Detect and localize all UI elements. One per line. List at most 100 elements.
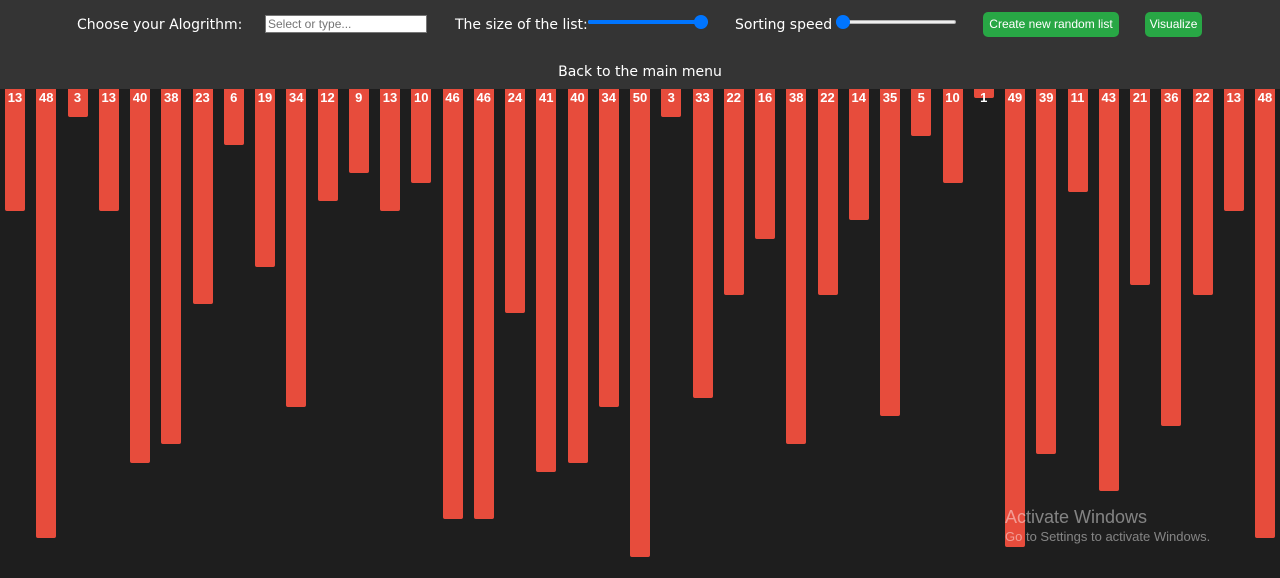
array-bar: 3 [661,89,682,118]
array-bar: 11 [1067,89,1088,192]
array-bar: 3 [67,89,88,118]
array-bar: 39 [1036,89,1057,454]
array-bar: 46 [473,89,494,520]
array-bar-value: 3 [667,90,675,105]
list-size-label: The size of the list: [455,17,588,33]
list-size-slider[interactable] [588,12,708,32]
array-bar-value: 6 [230,90,238,105]
watermark-title: Activate Windows [1005,507,1148,527]
array-bar: 9 [348,89,369,174]
array-bar-value: 5 [917,90,925,105]
array-bar-value: 34 [289,90,304,105]
array-bar-value: 12 [320,90,335,105]
array-bar: 33 [692,89,713,398]
array-bar: 50 [630,89,650,557]
array-bar-value: 48 [39,90,54,105]
array-bar: 48 [36,89,57,538]
array-bar-value: 46 [476,90,491,105]
array-bar-value: 13 [382,90,398,105]
array-bar-value: 34 [601,90,616,105]
array-bar: 46 [442,89,463,520]
array-bar-value: 13 [101,90,116,105]
create-random-list-button[interactable]: Create new random list [983,12,1119,37]
array-bar-value: 1 [980,90,988,105]
array-bar: 48 [1255,89,1275,538]
array-bar-value: 13 [7,90,23,105]
array-bar-value: 48 [1257,90,1273,105]
array-bar: 40 [130,89,150,463]
array-bar: 13 [98,89,119,211]
array-bar-value: 24 [507,90,523,105]
array-bar: 12 [317,89,338,202]
array-bar-value: 10 [414,90,429,105]
sorting-speed-slider-thumb[interactable] [836,15,850,29]
watermark-subtitle: Go to Settings to activate Windows. [1005,529,1211,544]
algorithm-label: Choose your Alogrithm: [77,17,243,33]
array-bar-value: 11 [1070,90,1085,105]
array-bar: 22 [1192,89,1213,295]
array-bar: 43 [1098,89,1119,492]
sorting-speed-slider[interactable] [836,12,956,32]
array-bar: 13 [380,89,400,211]
array-bar: 41 [536,89,557,473]
toolbar: Choose your Alogrithm: The size of the l… [0,0,1280,89]
bar-array: 13 48 3 13 40 38 23 6 19 34 12 9 13 10 46 46 24 41 40 34 50 3… [0,89,1280,578]
array-bar-value: 3 [73,90,82,105]
array-bar: 16 [755,89,775,239]
array-bar: 6 [223,89,244,146]
array-bar: 5 [911,89,932,136]
array-bar: 49 [1005,89,1025,548]
back-to-main-menu-link[interactable]: Back to the main menu [0,63,1280,81]
array-bar: 10 [942,89,963,183]
array-bar-value: 19 [257,90,273,105]
array-bar: 14 [848,89,869,220]
array-bar-value: 40 [570,90,585,105]
array-bar: 1 [973,89,994,105]
array-bar: 34 [286,89,307,407]
sorting-speed-slider-track [836,20,956,24]
array-bar: 19 [255,89,275,267]
array-bar: 38 [786,89,807,445]
array-bar: 22 [723,89,744,295]
array-bar: 13 [1223,89,1244,211]
array-bar: 40 [567,89,588,463]
array-bar-value: 49 [1007,90,1023,105]
array-bar-value: 50 [632,90,648,105]
array-bar-value: 16 [757,90,773,105]
array-bar-value: 41 [539,90,554,105]
algorithm-input[interactable] [265,15,427,33]
array-bar: 24 [505,89,525,314]
array-bar-value: 10 [945,90,960,105]
windows-activation-watermark: Activate Windows Go to Settings to activ… [1005,506,1210,546]
array-bar-value: 21 [1132,90,1148,105]
array-bar: 35 [880,89,900,417]
array-bar-value: 13 [1226,90,1241,105]
array-bar-value: 14 [851,90,866,105]
array-bar: 38 [161,89,182,445]
sorting-visualizer-app: Choose your Alogrithm: The size of the l… [0,0,1280,578]
array-bar-value: 22 [820,90,835,105]
array-bar-value: 43 [1101,90,1116,105]
array-bar: 23 [192,89,213,305]
array-bar-value: 35 [882,90,898,105]
array-bar-value: 38 [164,90,179,105]
list-size-slider-thumb[interactable] [694,15,708,29]
array-bar-value: 23 [195,90,210,105]
array-bar-value: 40 [132,90,148,105]
array-bar: 13 [5,89,25,211]
array-bar-value: 38 [789,90,804,105]
sorting-speed-label: Sorting speed [735,17,833,33]
array-bar: 22 [817,89,838,295]
array-bar-value: 33 [695,90,710,105]
array-bar-value: 22 [726,90,741,105]
array-bar-value: 9 [355,90,363,105]
array-bar-value: 46 [445,90,460,105]
array-bar: 34 [598,89,619,407]
array-bar-value: 36 [1164,90,1179,105]
visualize-button[interactable]: Visualize [1145,12,1202,37]
array-bar: 21 [1130,89,1150,286]
array-bar: 10 [411,89,432,183]
list-size-slider-fill [588,20,701,24]
array-bar-value: 39 [1039,90,1054,105]
array-bar-value: 22 [1195,90,1210,105]
